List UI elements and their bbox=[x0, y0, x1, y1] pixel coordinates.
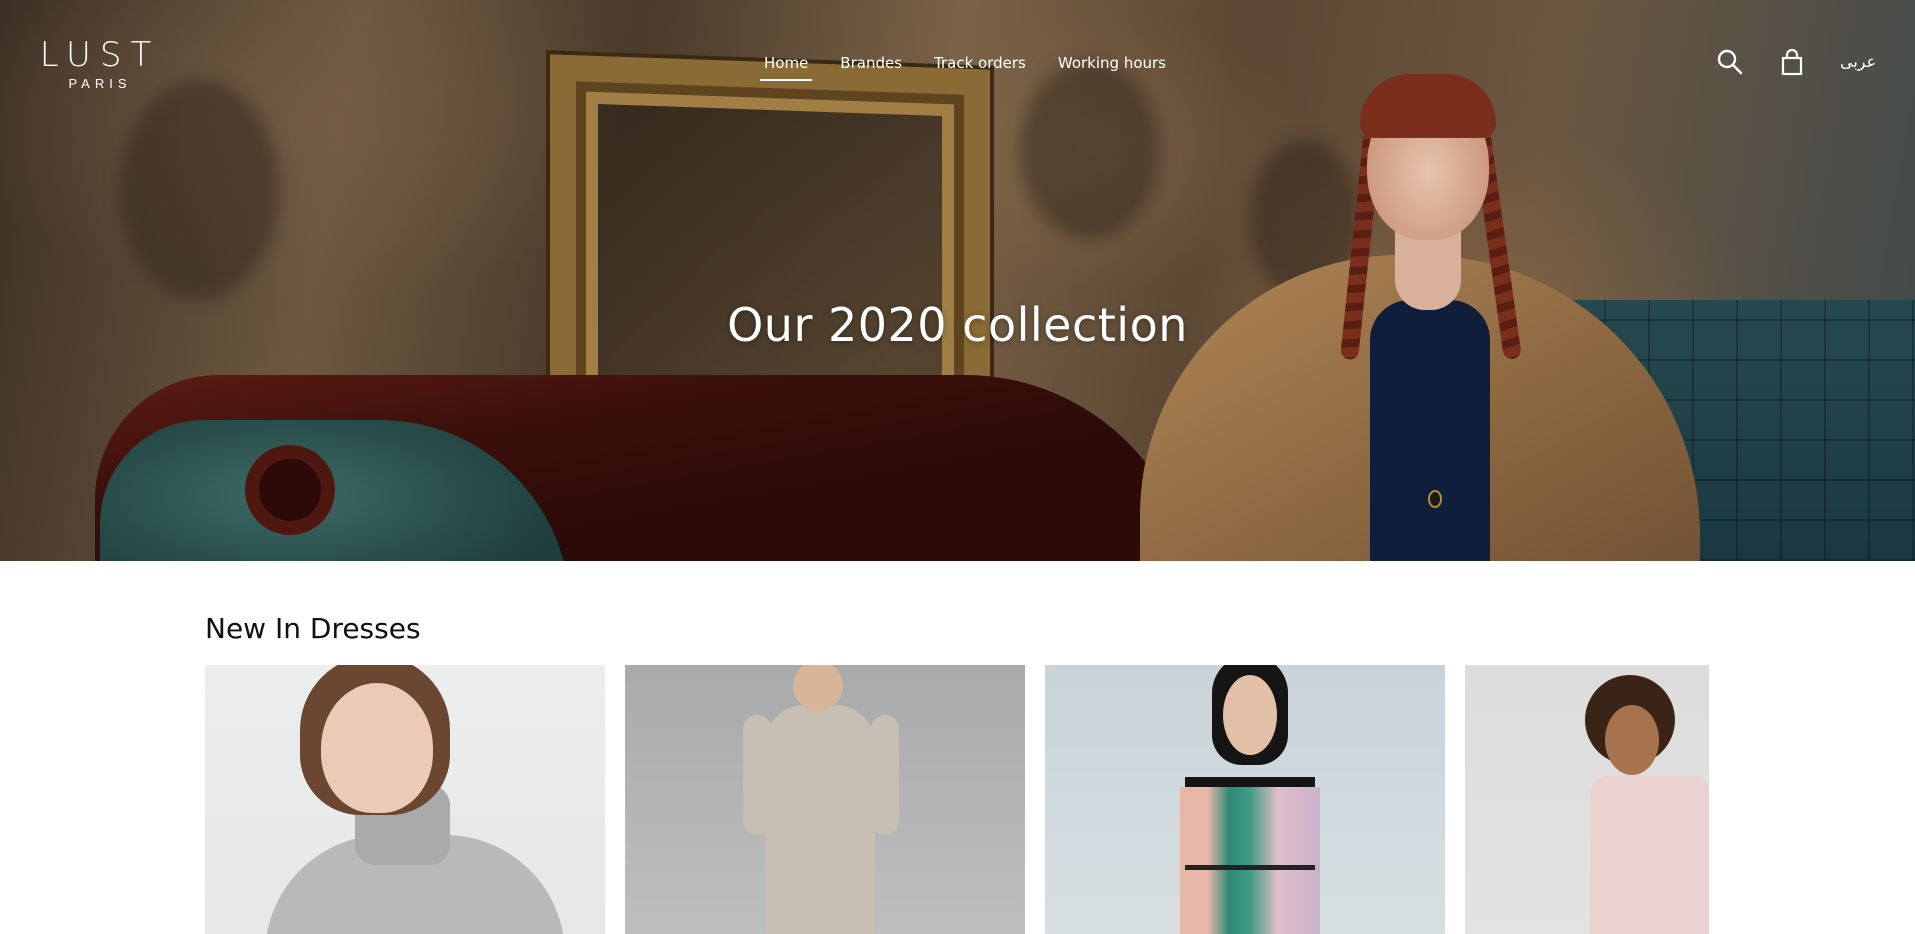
product-card[interactable] bbox=[1045, 665, 1445, 934]
model-face bbox=[321, 683, 433, 813]
product-card[interactable] bbox=[625, 665, 1025, 934]
wall-texture bbox=[1020, 60, 1160, 240]
brand-subtitle: PARIS bbox=[68, 76, 132, 91]
nav-item-brandes[interactable]: Brandes bbox=[836, 52, 906, 81]
main-nav: Home Brandes Track orders Working hours bbox=[760, 52, 1194, 81]
section-title: New In Dresses bbox=[205, 612, 421, 645]
nav-item-working-hours[interactable]: Working hours bbox=[1054, 52, 1170, 81]
dress-sleeve bbox=[743, 715, 771, 835]
search-icon[interactable] bbox=[1716, 48, 1744, 76]
model-face bbox=[1605, 705, 1659, 775]
wall-texture bbox=[120, 80, 280, 300]
dress-sleeve bbox=[871, 715, 899, 835]
knit-dress bbox=[765, 705, 875, 934]
dress-belt bbox=[1185, 865, 1315, 870]
slip-dress bbox=[1590, 775, 1709, 934]
pleated-dress bbox=[1180, 787, 1320, 934]
brand-logo[interactable]: LUST PARIS bbox=[34, 36, 166, 91]
hero-banner bbox=[0, 0, 1915, 561]
product-card[interactable] bbox=[205, 665, 605, 934]
model-face bbox=[1223, 675, 1277, 755]
nav-item-track-orders[interactable]: Track orders bbox=[930, 52, 1030, 81]
nav-item-home[interactable]: Home bbox=[760, 52, 813, 81]
shopping-bag-icon[interactable] bbox=[1778, 48, 1806, 76]
language-toggle[interactable]: عربى bbox=[1840, 52, 1876, 71]
hero-title: Our 2020 collection bbox=[727, 298, 1188, 352]
product-card[interactable] bbox=[1465, 665, 1709, 934]
sofa-scroll bbox=[245, 445, 335, 535]
model-necklace bbox=[1428, 490, 1442, 508]
brand-name: LUST bbox=[39, 35, 161, 75]
model-hair bbox=[1360, 74, 1496, 138]
